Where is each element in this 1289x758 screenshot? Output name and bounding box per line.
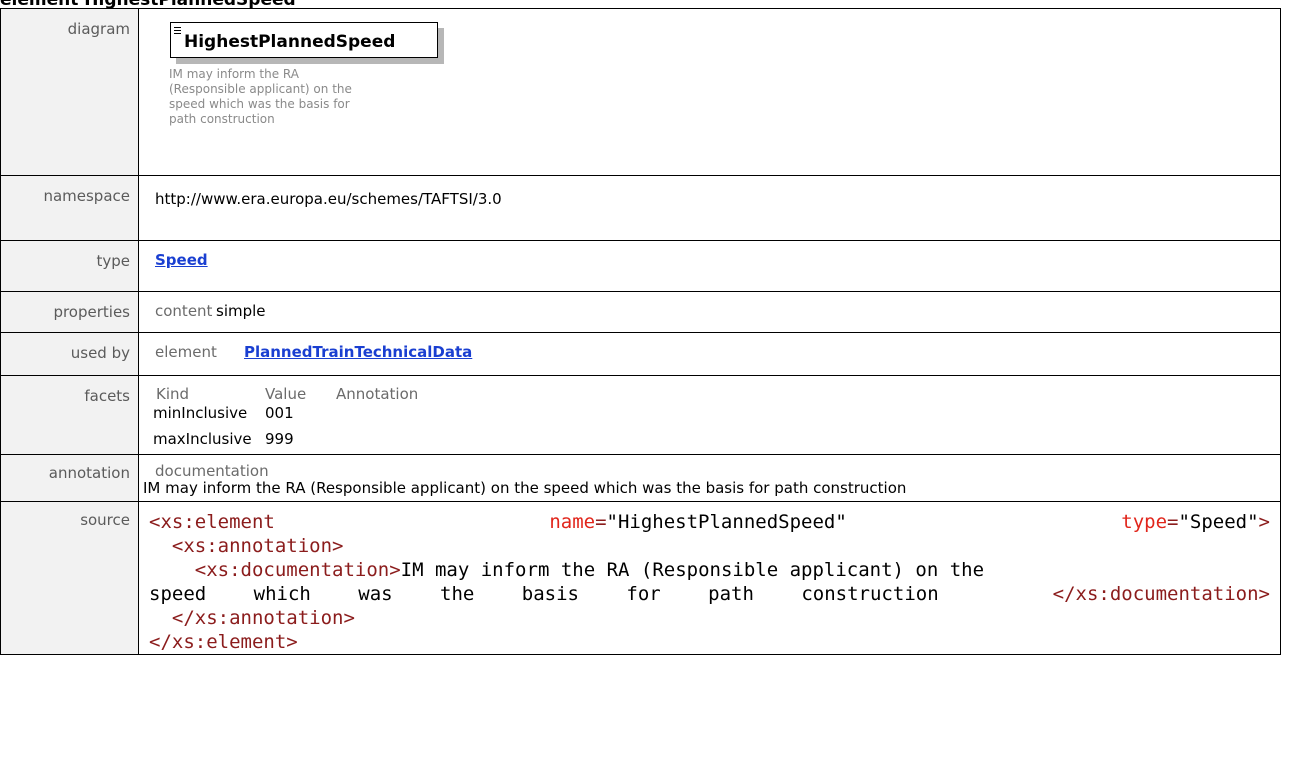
source-line: </xs:element> [149, 630, 1270, 654]
diagram-annotation-line: path construction [169, 112, 275, 126]
facets-row: facets Kind Value Annotation minInclusive 0… [0, 375, 1281, 455]
type-cell: Speed [138, 240, 1281, 292]
annotation-key: documentation [155, 462, 269, 480]
xml-tag: </xs:documentation> [1052, 583, 1270, 605]
properties-cell: content simple [138, 291, 1281, 333]
xml-attr-value: "HighestPlannedSpeed" [606, 511, 847, 533]
facets-header: Kind Value Annotation [153, 386, 1280, 403]
element-doc-table: diagram HighestPlannedSpeed IM may infor… [0, 8, 1281, 655]
diagram-annotation-line: IM may inform the RA [169, 67, 299, 81]
source-label: source [0, 501, 139, 655]
properties-label: properties [0, 291, 139, 333]
facets-header-annotation: Annotation [336, 385, 419, 403]
xml-attr: name [549, 511, 596, 533]
used-by-row: used by element PlannedTrainTechnicalData [0, 332, 1281, 376]
used-by-label: used by [0, 332, 139, 376]
facets-table: Kind Value Annotation minInclusive 001 maxI… [153, 376, 1280, 448]
facet-kind: minInclusive [153, 404, 248, 422]
source-line: <xs:documentation> IM may inform the RA (… [149, 558, 1270, 582]
annotation-row: annotation documentation IM may inform t… [0, 454, 1281, 502]
xml-tag: <xs:annotation> [171, 535, 344, 557]
used-by-cell: element PlannedTrainTechnicalData [138, 332, 1281, 376]
properties-value: simple [216, 302, 266, 320]
source-line: speed which was the basis for path const… [149, 582, 1270, 606]
source-row: source <xs:element name="HighestPlannedSp… [0, 501, 1281, 655]
namespace-row: namespace http://www.era.europa.eu/schem… [0, 175, 1281, 241]
namespace-label: namespace [0, 175, 139, 241]
diagram-row: diagram HighestPlannedSpeed IM may infor… [0, 8, 1281, 176]
annotation-text: IM may inform the RA (Responsible applic… [143, 479, 907, 497]
facet-value: 001 [265, 404, 294, 422]
annotation-label: annotation [0, 454, 139, 502]
namespace-value: http://www.era.europa.eu/schemes/TAFTSI/… [138, 175, 1281, 241]
type-label: type [0, 240, 139, 292]
diagram-cell: HighestPlannedSpeed IM may inform the RA… [138, 8, 1281, 176]
facets-header-value: Value [265, 385, 307, 403]
annotation-cell: documentation IM may inform the RA (Resp… [138, 454, 1281, 502]
xml-attr-value: "Speed" [1178, 511, 1259, 533]
used-by-link[interactable]: PlannedTrainTechnicalData [244, 343, 472, 361]
xml-tag: <xs:documentation> [194, 559, 401, 581]
element-lines-icon [174, 27, 181, 35]
properties-key: content [155, 302, 213, 320]
facets-header-kind: Kind [156, 385, 190, 403]
xml-tag: </xs:element> [149, 631, 298, 653]
facets-cell: Kind Value Annotation minInclusive 001 maxI… [138, 375, 1281, 455]
diagram-label: diagram [0, 8, 139, 176]
type-row: type Speed [0, 240, 1281, 292]
xml-tag: </xs:annotation> [171, 607, 355, 629]
properties-row: properties content simple [0, 291, 1281, 333]
source-line: </xs:annotation> [149, 606, 1270, 630]
xml-attr: type [1121, 511, 1168, 533]
source-line: <xs:element name="HighestPlannedSpeed" typ… [149, 511, 1270, 533]
xml-tag: > [1258, 511, 1270, 533]
element-diagram-box[interactable]: HighestPlannedSpeed [170, 22, 438, 58]
source-line: <xs:annotation> [149, 534, 1270, 558]
facet-row: maxInclusive 999 [153, 431, 1280, 448]
facet-row: minInclusive 001 [153, 405, 1280, 422]
source-text: speed which was the basis for path const… [149, 583, 939, 605]
xml-tag: <xs:element [149, 511, 275, 533]
source-code: <xs:element name="HighestPlannedSpeed" typ… [138, 501, 1281, 655]
facet-value: 999 [265, 430, 294, 448]
diagram-annotation-line: (Responsible applicant) on the [169, 82, 352, 96]
used-by-key: element [155, 343, 217, 361]
facet-kind: maxInclusive [153, 430, 252, 448]
facets-label: facets [0, 375, 139, 455]
diagram-annotation-line: speed which was the basis for [169, 97, 350, 111]
diagram-annotation: IM may inform the RA (Responsible applic… [169, 67, 441, 127]
type-link[interactable]: Speed [155, 251, 208, 269]
diagram-element-name: HighestPlannedSpeed [184, 32, 396, 52]
source-text: IM may inform the RA (Responsible applic… [400, 559, 985, 581]
